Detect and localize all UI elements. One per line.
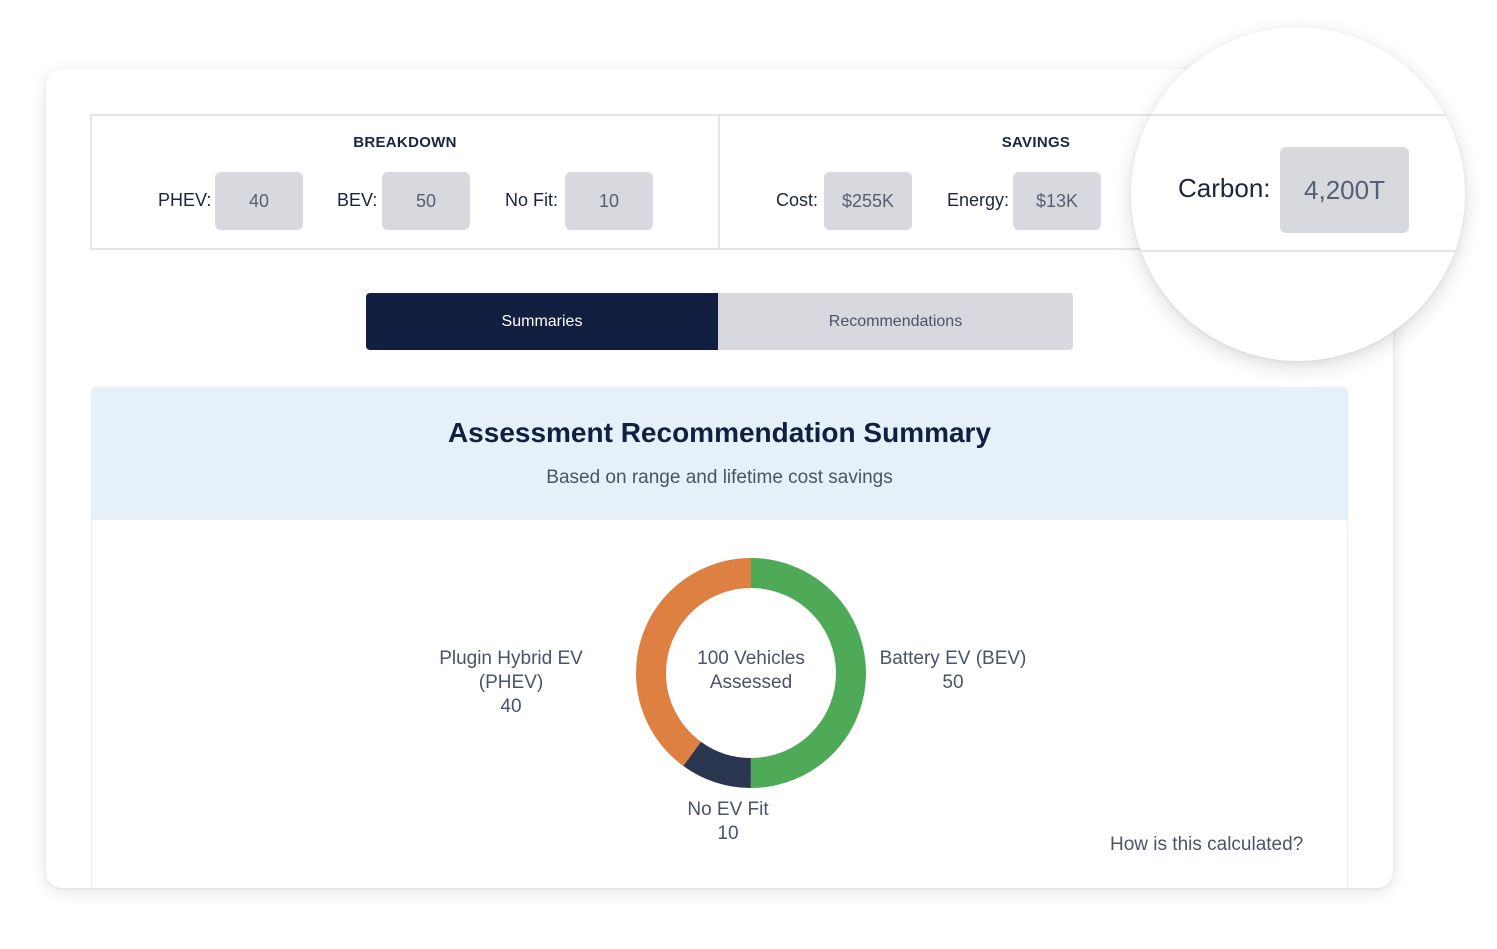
legend-nofit: No EV Fit 10: [666, 798, 790, 846]
legend-phev-name: Plugin Hybrid EV (PHEV): [439, 648, 583, 693]
donut-center-label: 100 Vehicles Assessed: [636, 647, 866, 695]
legend-phev: Plugin Hybrid EV (PHEV) 40: [406, 647, 616, 719]
tab-recommendations[interactable]: Recommendations: [718, 293, 1073, 350]
energy-value-box: $13K: [1013, 172, 1101, 230]
bev-label: BEV:: [337, 190, 378, 210]
cost-value-box: $255K: [824, 172, 912, 230]
legend-bev-name: Battery EV (BEV): [879, 648, 1027, 669]
summary-header: Assessment Recommendation Summary Based …: [91, 387, 1348, 520]
donut-center-line1: 100 Vehicles: [697, 648, 805, 669]
summary-title: Assessment Recommendation Summary: [447, 417, 992, 448]
nofit-value-box: 10: [565, 172, 653, 230]
magnifier-border-bottom: [1131, 250, 1465, 252]
phev-label: PHEV:: [158, 190, 212, 210]
view-tabs: Summaries Recommendations: [366, 293, 1073, 350]
tab-summaries[interactable]: Summaries: [366, 293, 718, 350]
legend-nofit-name: No EV Fit: [687, 799, 769, 820]
energy-label: Energy:: [947, 190, 1010, 210]
phev-value-box: 40: [215, 172, 303, 230]
how-calculated-link[interactable]: How is this calculated?: [1110, 834, 1303, 856]
breakdown-title: BREAKDOWN: [353, 134, 457, 151]
carbon-magnifier: Carbon: 4,200T: [1131, 27, 1465, 361]
legend-nofit-value: 10: [717, 823, 739, 844]
donut-center-line2: Assessed: [709, 672, 793, 693]
legend-phev-value: 40: [500, 696, 522, 717]
carbon-label: Carbon:: [1178, 173, 1271, 203]
legend-bev-value: 50: [942, 672, 964, 693]
summary-subtitle: Based on range and lifetime cost savings: [546, 467, 893, 488]
nofit-label: No Fit:: [505, 190, 559, 210]
cost-label: Cost:: [776, 190, 819, 210]
carbon-value-box: 4,200T: [1280, 147, 1409, 233]
magnifier-border-top: [1131, 114, 1465, 116]
legend-bev: Battery EV (BEV) 50: [876, 647, 1030, 695]
bev-value-box: 50: [382, 172, 470, 230]
